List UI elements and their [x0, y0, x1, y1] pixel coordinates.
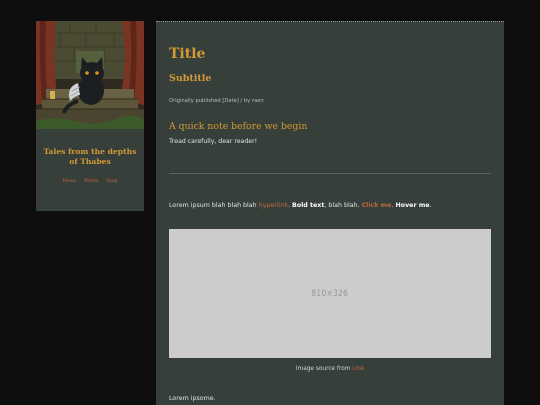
banner-image: [36, 21, 144, 129]
site-title: Tales from the depths of Thabes: [43, 147, 137, 166]
nav-link-works[interactable]: Works: [84, 179, 99, 184]
caption-prefix: Image source from: [295, 366, 353, 372]
hyperlink[interactable]: hyperlink: [259, 202, 288, 209]
sidebar: Tales from the depths of Thabes Home Wor…: [36, 21, 144, 211]
paragraph-mid: , blah blah.: [324, 202, 362, 209]
site-nav: Home Works Shop: [36, 179, 144, 185]
image-caption: Image source from Link: [169, 365, 491, 373]
note-text: Tread carefully, dear reader!: [169, 138, 258, 145]
nav-link-shop[interactable]: Shop: [106, 179, 118, 184]
image-placeholder-label: 810×326: [311, 288, 349, 299]
image-placeholder: 810×326: [169, 229, 491, 358]
bold-text: Bold text: [292, 202, 325, 209]
published-info: Originally published [Date] / by raen: [169, 98, 264, 104]
caption-link[interactable]: Link: [352, 366, 364, 372]
banner-art: [36, 21, 144, 129]
body-paragraph: Lorem ipsum blah blah blah hyperlink. Bo…: [169, 201, 499, 210]
divider: [169, 173, 491, 174]
main-content: Title Subtitle Originally published [Dat…: [156, 21, 504, 405]
nav-link-home[interactable]: Home: [62, 179, 76, 184]
paragraph-intro: Lorem ipsum blah blah blah: [169, 202, 259, 209]
hover-me-text[interactable]: Hover me: [395, 202, 429, 209]
page-subtitle: Subtitle: [169, 73, 212, 84]
paragraph-end: .: [429, 202, 432, 209]
click-me-button[interactable]: Click me: [362, 202, 392, 209]
note-heading: A quick note before we begin: [169, 121, 308, 132]
body-paragraph-2: Lorem ipsome.: [169, 395, 216, 402]
page-title: Title: [169, 46, 206, 62]
